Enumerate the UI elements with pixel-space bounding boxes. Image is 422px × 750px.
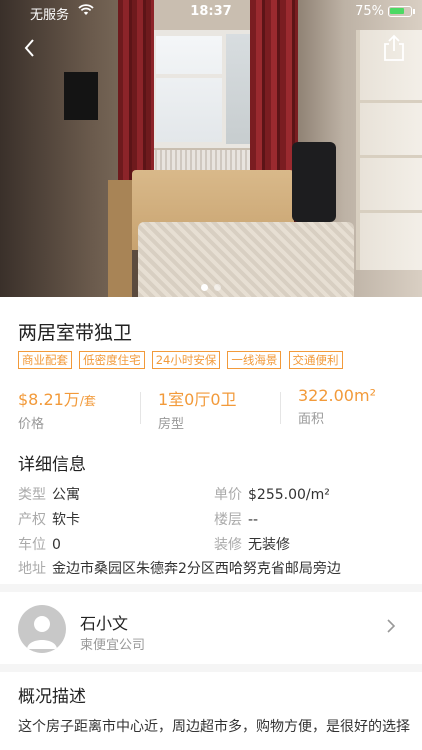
gallery-dot-1[interactable] <box>201 284 208 291</box>
layout-value: 1室0厅0卫 <box>158 390 237 409</box>
feature-tag: 交通便利 <box>288 351 343 369</box>
detail-decoration: 装修 无装修 <box>214 534 290 554</box>
detail-value: $255.00/m² <box>248 487 330 503</box>
detail-value: 无装修 <box>248 537 290 553</box>
share-icon <box>384 34 404 61</box>
key-stats: $8.21万/套 价格 1室0厅0卫 房型 322.00m² 面积 <box>0 386 422 432</box>
area-value: 322.00m² <box>298 386 376 405</box>
area-label: 面积 <box>298 412 325 427</box>
feature-tags: 商业配套 低密度住宅 24小时安保 一线海景 交通便利 <box>18 349 408 369</box>
detail-key: 产权 <box>18 512 46 528</box>
feature-tag: 低密度住宅 <box>79 351 145 369</box>
detail-value: 0 <box>52 537 61 553</box>
listing-title: 两居室带独卫 <box>18 322 133 344</box>
detail-value: -- <box>248 512 259 528</box>
detail-unit-price: 单价 $255.00/m² <box>214 484 330 504</box>
price-value: $8.21万 <box>18 390 80 409</box>
back-button[interactable] <box>18 36 42 60</box>
detail-address: 地址 金边市桑园区朱德奔2分区西哈努克省邮局旁边 <box>18 558 341 578</box>
photo-chair <box>292 142 336 222</box>
chevron-right-icon <box>386 618 396 639</box>
price-value-line: $8.21万/套 <box>18 386 96 410</box>
detail-key: 装修 <box>214 537 242 553</box>
battery-percent: 75% <box>355 4 384 19</box>
detail-floor: 楼层 -- <box>214 509 258 529</box>
photo-shelf <box>356 30 422 270</box>
detail-property: 产权 软卡 <box>18 509 80 529</box>
detail-key: 类型 <box>18 487 46 503</box>
price-label: 价格 <box>18 417 45 432</box>
feature-tag: 24小时安保 <box>151 351 221 369</box>
share-button[interactable] <box>381 34 407 62</box>
agent-company: 柬便宜公司 <box>80 638 146 653</box>
layout-stat: 1室0厅0卫 房型 <box>158 386 237 432</box>
detail-parking: 车位 0 <box>18 534 61 554</box>
price-stat: $8.21万/套 价格 <box>18 386 96 432</box>
detail-key: 地址 <box>18 561 46 577</box>
user-icon <box>27 616 57 649</box>
section-separator <box>0 664 422 672</box>
feature-tag: 商业配套 <box>18 351 72 369</box>
area-stat: 322.00m² 面积 <box>298 386 376 430</box>
chevron-left-icon <box>24 39 34 57</box>
overview-title: 概况描述 <box>18 687 86 707</box>
price-unit: /套 <box>79 394 96 408</box>
detail-key: 楼层 <box>214 512 242 528</box>
section-separator <box>0 584 422 592</box>
agent-name: 石小文 <box>80 614 129 633</box>
detail-value: 公寓 <box>52 487 80 503</box>
avatar <box>18 605 66 653</box>
status-bar: 无服务 18:37 75% <box>0 0 422 23</box>
details-title: 详细信息 <box>18 455 86 475</box>
detail-key: 车位 <box>18 537 46 553</box>
layout-label: 房型 <box>158 417 185 432</box>
detail-value: 软卡 <box>52 512 80 528</box>
detail-type: 类型 公寓 <box>18 484 80 504</box>
stat-divider <box>140 392 141 424</box>
stat-divider <box>280 392 281 424</box>
battery-fill <box>390 8 404 14</box>
listing-photo[interactable] <box>0 0 422 297</box>
gallery-dot-2[interactable] <box>214 284 221 291</box>
feature-tag: 一线海景 <box>227 351 282 369</box>
photo-lamp <box>64 72 98 120</box>
detail-value: 金边市桑园区朱德奔2分区西哈努克省邮局旁边 <box>52 561 341 577</box>
detail-key: 单价 <box>214 487 242 503</box>
battery-icon <box>388 6 415 17</box>
gallery-pagination[interactable] <box>0 276 422 295</box>
overview-text: 这个房子距离市中心近，周边超市多，购物方便，是很好的选择 <box>18 719 410 735</box>
